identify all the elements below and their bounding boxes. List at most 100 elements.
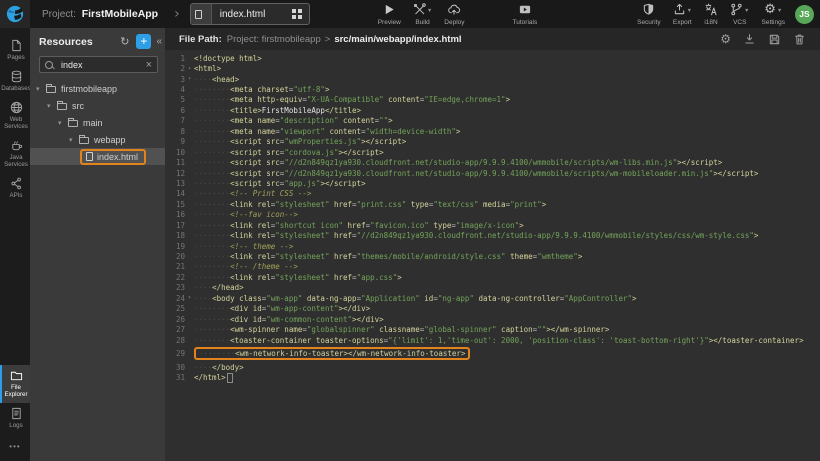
code-line[interactable]: 1<!doctype html>: [165, 53, 820, 63]
tree-item-firstmobileapp[interactable]: ▾ firstmobileapp: [30, 80, 165, 97]
code-line[interactable]: 27········<wm-spinner name="globalspinne…: [165, 324, 820, 334]
code-line[interactable]: 19········<!-- theme -->: [165, 241, 820, 251]
code-line[interactable]: 15········<link rel="stylesheet" href="p…: [165, 199, 820, 209]
expander-icon[interactable]: ▾: [36, 85, 46, 93]
vcs-button[interactable]: ▼ VCS: [730, 3, 749, 26]
deploy-button[interactable]: Deploy: [444, 3, 464, 26]
code-line[interactable]: 5········<meta http-equiv="X-UA-Compatib…: [165, 95, 820, 105]
export-button[interactable]: ▼ Export: [673, 3, 692, 26]
code-text[interactable]: <html>: [194, 64, 221, 73]
resources-search[interactable]: ×: [39, 56, 158, 73]
code-text[interactable]: ····<body class="wm-app" data-ng-app="Ap…: [194, 294, 637, 303]
preview-button[interactable]: Preview: [378, 3, 401, 26]
add-resource-button[interactable]: +: [136, 34, 151, 49]
code-text[interactable]: ········<toaster-container toaster-optio…: [194, 336, 804, 345]
code-line[interactable]: 28········<toaster-container toaster-opt…: [165, 335, 820, 345]
fold-marker-icon[interactable]: ▾: [185, 66, 194, 72]
code-text[interactable]: </html>: [194, 373, 233, 383]
code-text[interactable]: <!doctype html>: [194, 54, 262, 63]
more-options-icon[interactable]: •••: [0, 434, 30, 461]
highlighted-code-line[interactable]: ········<wm-network-info-toaster></wm-ne…: [194, 347, 470, 360]
wavemaker-logo[interactable]: [0, 0, 30, 28]
expander-icon[interactable]: ▾: [69, 136, 79, 144]
settings-button[interactable]: ⚙ ▼ Settings: [762, 3, 786, 26]
code-line[interactable]: 18········<link rel="stylesheet" href="/…: [165, 230, 820, 240]
code-text[interactable]: ········<!-- Print CSS -->: [194, 189, 311, 198]
sidebar-item-apis[interactable]: APIs: [0, 173, 30, 204]
code-text[interactable]: ········<link rel="stylesheet" href="//d…: [194, 231, 758, 240]
i18n-button[interactable]: i18N: [704, 3, 718, 26]
fold-marker-icon[interactable]: ▾: [185, 76, 194, 82]
tree-item-webapp[interactable]: ▾ webapp: [30, 131, 165, 148]
code-text[interactable]: ········<!-- /theme -->: [194, 262, 298, 271]
build-button[interactable]: ▼ Build: [413, 3, 432, 26]
code-line[interactable]: 12········<script src="//d2n849qz1ya930.…: [165, 168, 820, 178]
code-line[interactable]: 24▾····<body class="wm-app" data-ng-app=…: [165, 293, 820, 303]
code-line[interactable]: 23····</head>: [165, 283, 820, 293]
code-text[interactable]: ········<!--fav icon-->: [194, 210, 298, 219]
code-line[interactable]: 2▾<html>: [165, 63, 820, 73]
trash-icon[interactable]: [793, 33, 806, 46]
code-line[interactable]: 29········<wm-network-info-toaster></wm-…: [165, 347, 820, 360]
code-line[interactable]: 3▾····<head>: [165, 74, 820, 84]
code-line[interactable]: 10········<script src="cordova.js"></scr…: [165, 147, 820, 157]
user-avatar[interactable]: JS: [795, 5, 814, 24]
code-line[interactable]: 13········<script src="app.js"></script>: [165, 178, 820, 188]
code-text[interactable]: ········<meta name="viewport" content="w…: [194, 127, 460, 136]
code-line[interactable]: 22········<link rel="stylesheet" href="a…: [165, 272, 820, 282]
code-text[interactable]: ········<link rel="stylesheet" href="the…: [194, 252, 582, 261]
editor-settings-icon[interactable]: ⚙: [720, 32, 731, 46]
file-tab-index-html[interactable]: index.html: [190, 3, 310, 25]
code-text[interactable]: ········<link rel="stylesheet" href="pri…: [194, 200, 546, 209]
code-text[interactable]: ····<head>: [194, 75, 239, 84]
sidebar-item-pages[interactable]: Pages: [0, 35, 30, 66]
code-line[interactable]: 6········<title>FirstMobileApp</title>: [165, 105, 820, 115]
code-text[interactable]: ········<title>FirstMobileApp</title>: [194, 106, 361, 115]
code-line[interactable]: 21········<!-- /theme -->: [165, 262, 820, 272]
sidebar-item-logs[interactable]: Logs: [0, 403, 30, 434]
code-line[interactable]: 9········<script src="wmProperties.js"><…: [165, 137, 820, 147]
security-button[interactable]: Security: [637, 3, 660, 26]
code-line[interactable]: 30····</body>: [165, 362, 820, 372]
code-line[interactable]: 25········<div id="wm-app-content"></div…: [165, 304, 820, 314]
code-line[interactable]: 26········<div id="wm-common-content"></…: [165, 314, 820, 324]
code-text[interactable]: ········<script src="//d2n849qz1ya930.cl…: [194, 158, 722, 167]
sidebar-item-web-services[interactable]: Web Services: [0, 97, 30, 135]
code-text[interactable]: ····</body>: [194, 363, 244, 372]
code-line[interactable]: 8········<meta name="viewport" content="…: [165, 126, 820, 136]
code-text[interactable]: ········<meta charset="utf-8">: [194, 85, 329, 94]
sidebar-item-file-explorer[interactable]: File Explorer: [0, 365, 30, 403]
sidebar-item-java-services[interactable]: Java Services: [0, 135, 30, 173]
code-line[interactable]: 16········<!--fav icon-->: [165, 210, 820, 220]
tutorials-button[interactable]: Tutorials: [513, 3, 538, 26]
code-line[interactable]: 7········<meta name="description" conten…: [165, 116, 820, 126]
code-text[interactable]: ········<script src="app.js"></script>: [194, 179, 366, 188]
code-text[interactable]: ····</head>: [194, 283, 244, 292]
code-text[interactable]: ········<div id="wm-common-content"></di…: [194, 315, 384, 324]
clear-search-icon[interactable]: ×: [146, 60, 152, 70]
code-line[interactable]: 20········<link rel="stylesheet" href="t…: [165, 251, 820, 261]
code-text[interactable]: ········<meta name="description" content…: [194, 116, 393, 125]
grid-icon[interactable]: [292, 9, 302, 19]
fold-marker-icon[interactable]: ▾: [185, 295, 194, 301]
refresh-icon[interactable]: ↻: [120, 35, 129, 48]
code-line[interactable]: 31</html>: [165, 373, 820, 383]
code-text[interactable]: ········<link rel="stylesheet" href="app…: [194, 273, 402, 282]
code-text[interactable]: ········<wm-spinner name="globalspinner"…: [194, 325, 609, 334]
tree-item-main[interactable]: ▾ main: [30, 114, 165, 131]
save-icon[interactable]: [768, 33, 781, 46]
code-text[interactable]: ········<!-- theme -->: [194, 242, 293, 251]
code-area[interactable]: 1<!doctype html>2▾<html>3▾····<head>4···…: [165, 50, 820, 461]
code-text[interactable]: ········<script src="//d2n849qz1ya930.cl…: [194, 169, 758, 178]
tree-item-index-html[interactable]: index.html: [30, 148, 165, 165]
tree-item-src[interactable]: ▾ src: [30, 97, 165, 114]
collapse-panel-icon[interactable]: «: [156, 36, 162, 47]
sidebar-item-databases[interactable]: Databases: [0, 66, 30, 97]
code-line[interactable]: 14········<!-- Print CSS -->: [165, 189, 820, 199]
code-text[interactable]: ········<script src="wmProperties.js"></…: [194, 137, 406, 146]
code-text[interactable]: ········<link rel="shortcut icon" href="…: [194, 221, 524, 230]
code-text[interactable]: ········<meta http-equiv="X-UA-Compatibl…: [194, 95, 510, 104]
code-line[interactable]: 11········<script src="//d2n849qz1ya930.…: [165, 157, 820, 167]
code-text[interactable]: ········<script src="cordova.js"></scrip…: [194, 148, 384, 157]
code-line[interactable]: 17········<link rel="shortcut icon" href…: [165, 220, 820, 230]
